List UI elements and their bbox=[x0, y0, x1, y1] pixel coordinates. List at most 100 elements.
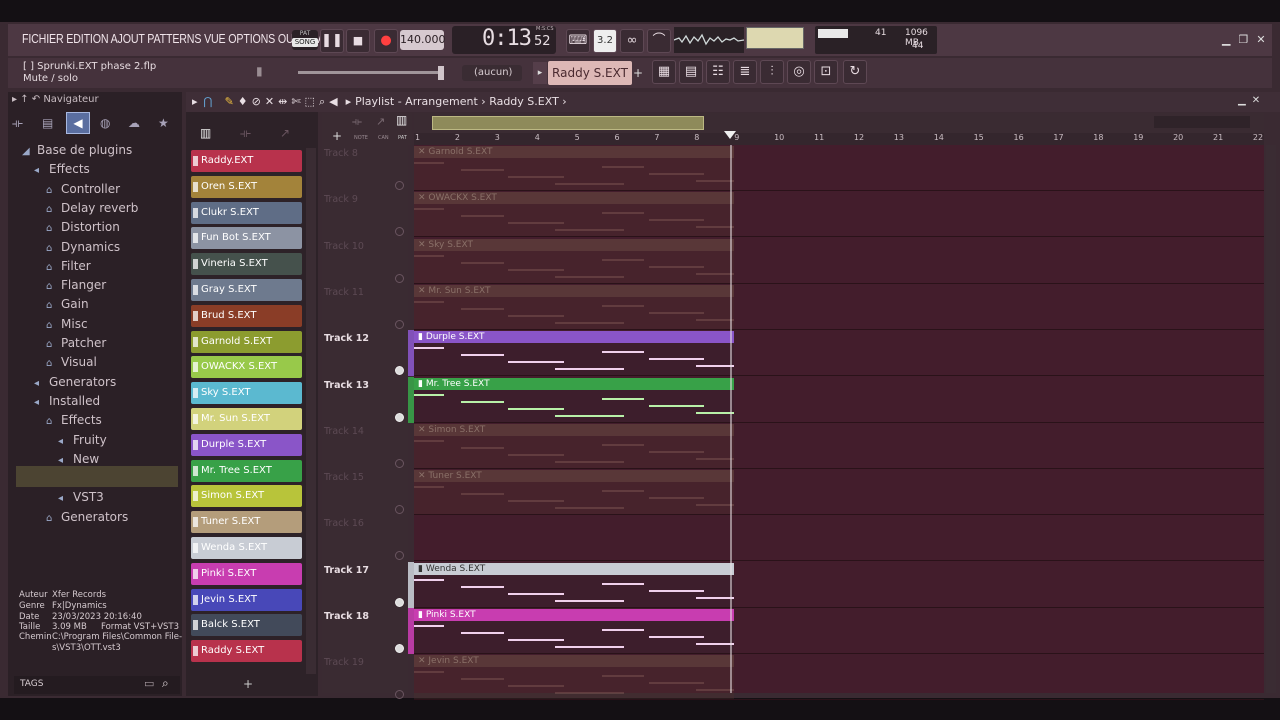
tab-online-icon[interactable]: ◍ bbox=[100, 116, 110, 130]
plugin-picker-button[interactable]: ⫶ bbox=[760, 60, 784, 84]
pattern-clip[interactable]: ✕ Simon S.EXT bbox=[414, 423, 734, 468]
tree-item[interactable]: ⌂ Effects bbox=[46, 413, 102, 427]
browser-nav-icons[interactable]: ▸ ↑ ↶ bbox=[12, 94, 43, 105]
tree-item[interactable]: ◢ Base de plugins bbox=[22, 143, 132, 157]
pattern-item[interactable]: Tuner S.EXT bbox=[191, 511, 302, 534]
tree-item[interactable]: ⌂ Visual bbox=[46, 355, 97, 369]
playlist-scrollbar[interactable] bbox=[1266, 145, 1276, 693]
pattern-item[interactable]: Oren S.EXT bbox=[191, 175, 302, 198]
pattern-item[interactable]: Mr. Tree S.EXT bbox=[191, 459, 302, 482]
pattern-item[interactable]: Vineria S.EXT bbox=[191, 253, 302, 276]
restore-icon[interactable]: ❐ bbox=[1238, 33, 1248, 46]
pattern-item[interactable]: Jevin S.EXT bbox=[191, 588, 302, 611]
pattern-item[interactable]: Fun Bot S.EXT bbox=[191, 227, 302, 250]
pattern-item[interactable]: Raddy S.EXT bbox=[191, 640, 302, 663]
metronome-button[interactable]: ⌒ bbox=[647, 29, 671, 53]
time-display[interactable]: 0:13 52 M:S:CS bbox=[452, 26, 556, 54]
track-label[interactable]: Track 13 bbox=[324, 380, 369, 391]
pattern-clip[interactable]: ▮ Mr. Tree S.EXT bbox=[414, 377, 734, 422]
track-label[interactable]: Track 18 bbox=[324, 611, 369, 622]
pattern-prev-arrow[interactable]: ▸ bbox=[533, 62, 547, 84]
slider-handle[interactable] bbox=[438, 66, 444, 80]
pattern-item[interactable]: Balck S.EXT bbox=[191, 614, 302, 637]
track-label[interactable]: Track 19 bbox=[324, 657, 364, 668]
close-icon[interactable]: ✕ bbox=[1256, 33, 1265, 46]
track-mute-icon[interactable] bbox=[395, 319, 404, 329]
tab-cloud-icon[interactable]: ☁ bbox=[128, 116, 140, 130]
loop-record-button[interactable]: ∞ bbox=[620, 29, 644, 53]
pattern-magnet-icon[interactable]: ▥ bbox=[200, 126, 211, 140]
record-button[interactable]: ● bbox=[374, 29, 398, 53]
pattern-item[interactable]: Raddy.EXT bbox=[191, 150, 302, 172]
pattern-item[interactable]: Pinki S.EXT bbox=[191, 562, 302, 585]
pattern-item[interactable]: Simon S.EXT bbox=[191, 485, 302, 508]
tree-item[interactable]: ⌂ Distortion bbox=[46, 220, 120, 234]
pattern-item[interactable]: Sky S.EXT bbox=[191, 382, 302, 405]
add-track-icon[interactable]: + bbox=[332, 129, 342, 143]
track-label[interactable]: Track 16 bbox=[324, 518, 364, 529]
pattern-clip[interactable]: ✕ Tuner S.EXT bbox=[414, 470, 734, 515]
step-edit-button[interactable]: 3.2 bbox=[593, 29, 617, 53]
pattern-clip[interactable]: ✕ Mr. Sun S.EXT bbox=[414, 284, 734, 329]
master-pitch-slider[interactable] bbox=[298, 71, 443, 74]
playback-icon[interactable]: ◀ bbox=[329, 95, 337, 108]
close-icon[interactable]: ✕ bbox=[1252, 95, 1260, 106]
tree-item[interactable]: ⌂ Generators bbox=[46, 510, 128, 524]
track-label[interactable]: Track 10 bbox=[324, 241, 364, 252]
tab-all-icon[interactable]: ⟛ bbox=[12, 116, 23, 131]
refresh-button[interactable]: ↻ bbox=[843, 60, 867, 84]
select-icon[interactable]: ⬚ bbox=[305, 95, 315, 108]
track-label[interactable]: Track 17 bbox=[324, 565, 369, 576]
menu-arrow-icon[interactable]: ▸ bbox=[192, 95, 198, 108]
tree-item[interactable]: ◂ Effects bbox=[34, 162, 90, 176]
mute-icon[interactable]: ✕ bbox=[265, 95, 274, 108]
tree-item[interactable]: ⌂ Misc bbox=[46, 317, 88, 331]
track-label[interactable]: Track 9 bbox=[324, 194, 358, 205]
add-pattern-icon[interactable]: + bbox=[243, 677, 253, 691]
tree-item[interactable]: ◂ VST3 bbox=[58, 490, 104, 504]
track-mute-icon[interactable] bbox=[395, 181, 404, 190]
minimize-icon[interactable]: ▁ bbox=[1238, 95, 1246, 106]
track-label[interactable]: Track 15 bbox=[324, 472, 364, 483]
search-icon[interactable]: ⌕ bbox=[162, 676, 169, 691]
pattern-item[interactable]: Gray S.EXT bbox=[191, 279, 302, 301]
pattern-item[interactable]: Brud S.EXT bbox=[191, 304, 302, 327]
tree-item[interactable]: ◂ Generators bbox=[34, 375, 116, 389]
minimize-icon[interactable]: ▁ bbox=[1222, 33, 1230, 46]
channel-rack-button[interactable]: ☷ bbox=[706, 60, 730, 84]
slice-icon[interactable]: ✄ bbox=[291, 95, 300, 108]
pattern-selector[interactable]: Raddy S.EXT bbox=[548, 61, 632, 85]
track-label[interactable]: Track 12 bbox=[324, 333, 369, 344]
store-button[interactable]: ⊡ bbox=[814, 60, 838, 84]
tree-item[interactable]: ⌂ Filter bbox=[46, 259, 91, 273]
track-mute-icon[interactable] bbox=[395, 458, 404, 468]
track-label[interactable]: Track 14 bbox=[324, 426, 364, 437]
track-label[interactable]: Track 8 bbox=[324, 148, 358, 159]
pause-button[interactable]: ❚❚ bbox=[320, 29, 344, 53]
pattern-clip[interactable]: ✕ Garnold S.EXT bbox=[414, 146, 734, 190]
pat-tool-icon[interactable]: ▥ bbox=[396, 113, 407, 127]
track-label[interactable]: Track 11 bbox=[324, 287, 364, 298]
add-pattern-button[interactable]: + bbox=[633, 62, 645, 84]
track-mute-icon[interactable] bbox=[395, 644, 404, 653]
pattern-list-scrollbar[interactable] bbox=[306, 148, 316, 674]
pattern-clip[interactable]: ✕ Sky S.EXT bbox=[414, 238, 734, 283]
tab-files-icon[interactable]: ▤ bbox=[42, 116, 53, 130]
tree-item[interactable]: ⌂ Controller bbox=[46, 182, 120, 196]
pattern-item[interactable]: Mr. Sun S.EXT bbox=[191, 408, 302, 430]
tree-item[interactable]: ◂ Installed bbox=[34, 394, 100, 408]
pencil-icon[interactable]: ✎ bbox=[225, 95, 234, 108]
browser-button[interactable]: ◎ bbox=[787, 60, 811, 84]
overview-window[interactable] bbox=[432, 116, 704, 130]
pattern-item[interactable]: Wenda S.EXT bbox=[191, 537, 302, 559]
pattern-clip[interactable]: ▮ Pinki S.EXT bbox=[414, 609, 734, 653]
pattern-clip[interactable]: ✕ Jevin S.EXT bbox=[414, 655, 734, 700]
pattern-item[interactable]: Garnold S.EXT bbox=[191, 330, 302, 353]
pattern-clip[interactable]: ✕ OWACKX S.EXT bbox=[414, 192, 734, 237]
tree-item[interactable]: ⌂ Dynamics bbox=[46, 240, 120, 254]
stop-button[interactable]: ■ bbox=[346, 29, 370, 53]
tempo-display[interactable]: 140.000 bbox=[400, 30, 446, 50]
folder-icon[interactable]: ▭ bbox=[144, 677, 154, 690]
pattern-clip[interactable]: ▮ Durple S.EXT bbox=[414, 331, 734, 376]
typing-keyboard-button[interactable]: ⌨ bbox=[566, 29, 590, 53]
